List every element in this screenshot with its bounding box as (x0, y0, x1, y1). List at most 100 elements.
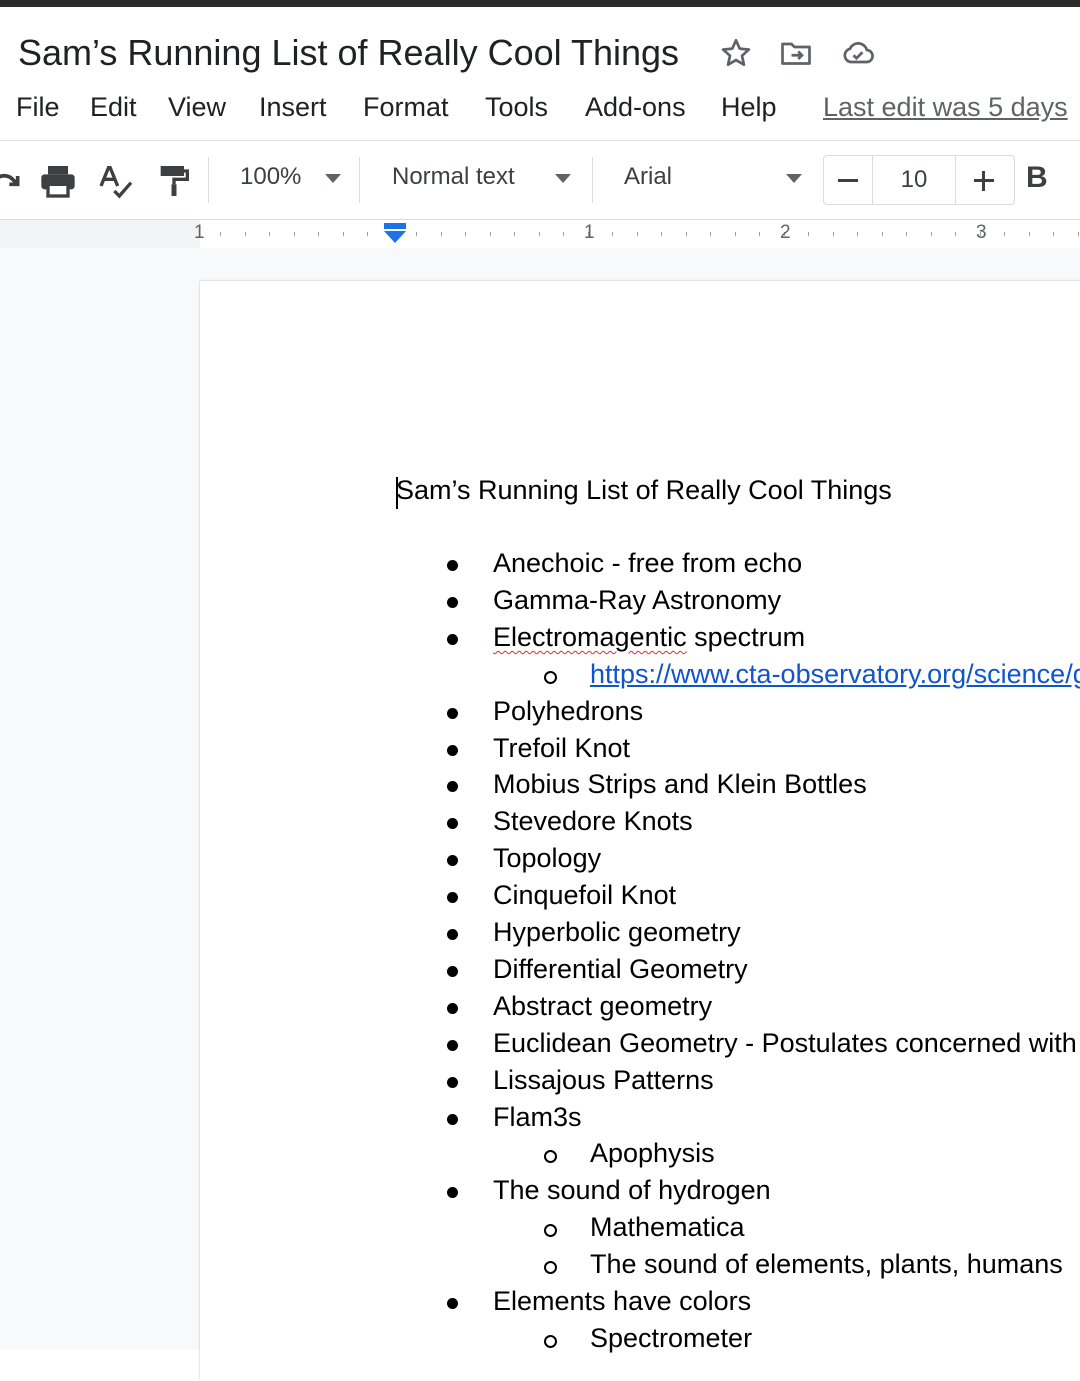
ruler-tick (416, 232, 417, 236)
font-select[interactable]: Arial (624, 163, 672, 191)
bullet-disc-icon (447, 1298, 458, 1309)
toolbar-divider (208, 157, 209, 203)
zoom-select[interactable]: 100% (240, 163, 301, 191)
spellcheck-icon[interactable] (96, 161, 136, 201)
ruler-tick (881, 232, 883, 236)
list-item[interactable]: Stevedore Knots (493, 806, 693, 837)
last-edit-link[interactable]: Last edit was 5 days (823, 92, 1068, 123)
list-item[interactable]: Electromagentic spectrum (493, 622, 805, 653)
bullet-disc-icon (447, 1187, 458, 1199)
sub-list-item[interactable]: The sound of elements, plants, humans (590, 1249, 1063, 1280)
bullet-disc-icon (447, 965, 458, 977)
text-cursor (396, 477, 398, 509)
sub-list-item[interactable]: Spectrometer (590, 1323, 752, 1354)
increase-font-size-button[interactable] (955, 156, 1013, 204)
list-item[interactable]: Abstract geometry (493, 991, 712, 1022)
ruler-tick (661, 232, 662, 236)
list-item[interactable]: Gamma-Ray Astronomy (493, 585, 781, 616)
menu-view[interactable]: View (168, 92, 226, 123)
toolbar-divider (359, 157, 360, 203)
menu-insert[interactable]: Insert (259, 92, 327, 123)
print-icon[interactable] (38, 161, 78, 201)
list-item[interactable]: Topology (493, 843, 601, 874)
ruler-number: 1 (584, 222, 595, 243)
cloud-saved-icon[interactable] (840, 35, 876, 71)
ruler-tick (612, 232, 613, 236)
menu-help[interactable]: Help (721, 92, 777, 123)
ruler-tick (440, 232, 442, 236)
sub-list-item[interactable]: Apophysis (590, 1138, 715, 1169)
list-item[interactable]: Anechoic - free from echo (493, 548, 802, 579)
list-item[interactable]: Cinquefoil Knot (493, 880, 676, 911)
font-size-input[interactable]: 10 (872, 156, 956, 204)
ruler: 1 1 2 3 (0, 219, 1080, 249)
style-dropdown-icon[interactable] (555, 174, 571, 183)
star-icon[interactable] (718, 35, 754, 71)
list-item[interactable]: Differential Geometry (493, 954, 748, 985)
list-item[interactable]: Lissajous Patterns (493, 1065, 714, 1096)
bullet-disc-icon (447, 818, 458, 830)
ruler-number: 3 (976, 222, 987, 243)
list-item[interactable]: Elements have colors (493, 1286, 751, 1317)
ruler-tick (342, 232, 344, 236)
ruler-tick (318, 232, 319, 236)
bullet-disc-icon (447, 1039, 458, 1051)
bullet-disc-icon (447, 707, 458, 719)
ruler-tick (538, 232, 540, 236)
ruler-tick (489, 232, 491, 236)
list-item[interactable]: Flam3s (493, 1102, 582, 1133)
window-top-edge (0, 0, 1080, 7)
ruler-tick (906, 232, 907, 236)
zoom-dropdown-icon[interactable] (325, 174, 341, 183)
document-page[interactable]: Sam’s Running List of Really Cool Things… (200, 281, 1080, 1381)
indent-marker[interactable] (383, 222, 407, 244)
ruler-tick (636, 232, 638, 236)
bullet-circle-icon (544, 1261, 557, 1275)
menu-file[interactable]: File (16, 92, 60, 123)
ruler-tick (734, 232, 736, 236)
ruler-tick (685, 232, 687, 236)
ruler-tick (1053, 232, 1054, 236)
bullet-disc-icon (447, 1113, 458, 1125)
ruler-tick (1028, 232, 1030, 236)
bullet-circle-icon (544, 1224, 557, 1238)
sub-list-item[interactable]: Mathematica (590, 1212, 745, 1243)
ruler-tick (710, 232, 711, 236)
move-to-folder-icon[interactable] (778, 35, 814, 71)
list-item[interactable]: The sound of hydrogen (493, 1175, 771, 1206)
font-dropdown-icon[interactable] (786, 174, 802, 183)
bullet-disc-icon (447, 560, 458, 571)
ruler-tick (269, 232, 270, 236)
list-item[interactable]: Mobius Strips and Klein Bottles (493, 769, 867, 800)
paragraph-style-select[interactable]: Normal text (392, 163, 515, 191)
bullet-disc-icon (447, 781, 458, 793)
document-canvas: Sam’s Running List of Really Cool Things… (0, 248, 1080, 1381)
menu-edit[interactable]: Edit (90, 92, 137, 123)
menu-tools[interactable]: Tools (485, 92, 548, 123)
list-item-link[interactable]: https://www.cta-observatory.org/science/… (590, 659, 1080, 690)
menu-format[interactable]: Format (363, 92, 449, 123)
ruler-tick (244, 232, 246, 236)
list-item[interactable]: Trefoil Knot (493, 733, 630, 764)
list-item[interactable]: Hyperbolic geometry (493, 917, 741, 948)
menu-bar: File Edit View Insert Format Tools Add-o… (0, 88, 1080, 132)
bullet-circle-icon (544, 1334, 557, 1348)
document-title[interactable]: Sam’s Running List of Really Cool Things (18, 32, 679, 74)
redo-icon[interactable] (0, 161, 26, 201)
list-item[interactable]: Euclidean Geometry - Postulates concerne… (493, 1028, 1080, 1059)
title-bar: Sam’s Running List of Really Cool Things (0, 7, 1080, 87)
ruler-page-area (200, 220, 1080, 248)
toolbar-divider (592, 157, 593, 203)
ruler-tick (930, 232, 932, 236)
bullet-disc-icon (447, 1002, 458, 1014)
bold-button[interactable]: B (1026, 161, 1048, 195)
decrease-font-size-button[interactable] (824, 156, 872, 204)
ruler-tick (1004, 232, 1005, 236)
ruler-tick (563, 232, 564, 236)
bullet-disc-icon (447, 1076, 458, 1088)
paint-format-icon[interactable] (154, 161, 194, 201)
list-item[interactable]: Polyhedrons (493, 696, 643, 727)
ruler-tick (1077, 232, 1079, 236)
document-heading[interactable]: Sam’s Running List of Really Cool Things (396, 475, 892, 506)
menu-add-ons[interactable]: Add-ons (585, 92, 686, 123)
